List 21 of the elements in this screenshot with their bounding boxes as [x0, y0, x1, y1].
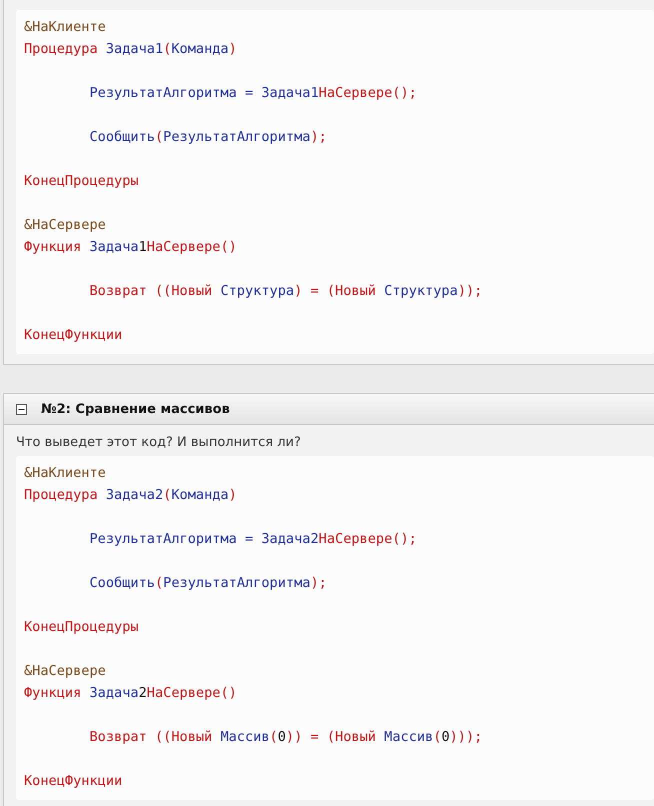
- code-line: &НаСервере: [24, 662, 107, 681]
- code-line: &НаКлиенте: [24, 18, 107, 37]
- code-line: Сообщить(РезультатАлгоритма);: [88, 128, 328, 147]
- code-line: Возврат ((Новый Структура) = (Новый Структура));: [88, 282, 484, 301]
- question-text: Что выведет этот код? И выполнится ли?: [15, 434, 302, 452]
- code-line: Сообщить(РезультатАлгоритма);: [88, 574, 328, 593]
- code-line: Процедура Задача2(Команда): [24, 486, 238, 505]
- collapse-icon[interactable]: [16, 404, 27, 414]
- section-title: №2: Сравнение массивов: [41, 402, 230, 416]
- code-line: КонецПроцедуры: [24, 172, 140, 191]
- code-line: КонецФункции: [24, 772, 124, 791]
- code-line: КонецПроцедуры: [24, 618, 140, 637]
- code-line: Функция Задача1НаСервере(): [24, 238, 238, 257]
- code-line: РезультатАлгоритма = Задача1НаСервере();: [88, 84, 418, 103]
- code-line: &НаКлиенте: [24, 464, 107, 483]
- code-line: РезультатАлгоритма = Задача2НаСервере();: [88, 530, 418, 549]
- code-line: Процедура Задача1(Команда): [24, 40, 238, 59]
- code-line: &НаСервере: [24, 216, 107, 235]
- code-line: КонецФункции: [24, 326, 124, 345]
- code-line: Функция Задача2НаСервере(): [24, 684, 238, 703]
- code-line: Возврат ((Новый Массив(0)) = (Новый Массив(0)));: [88, 728, 484, 747]
